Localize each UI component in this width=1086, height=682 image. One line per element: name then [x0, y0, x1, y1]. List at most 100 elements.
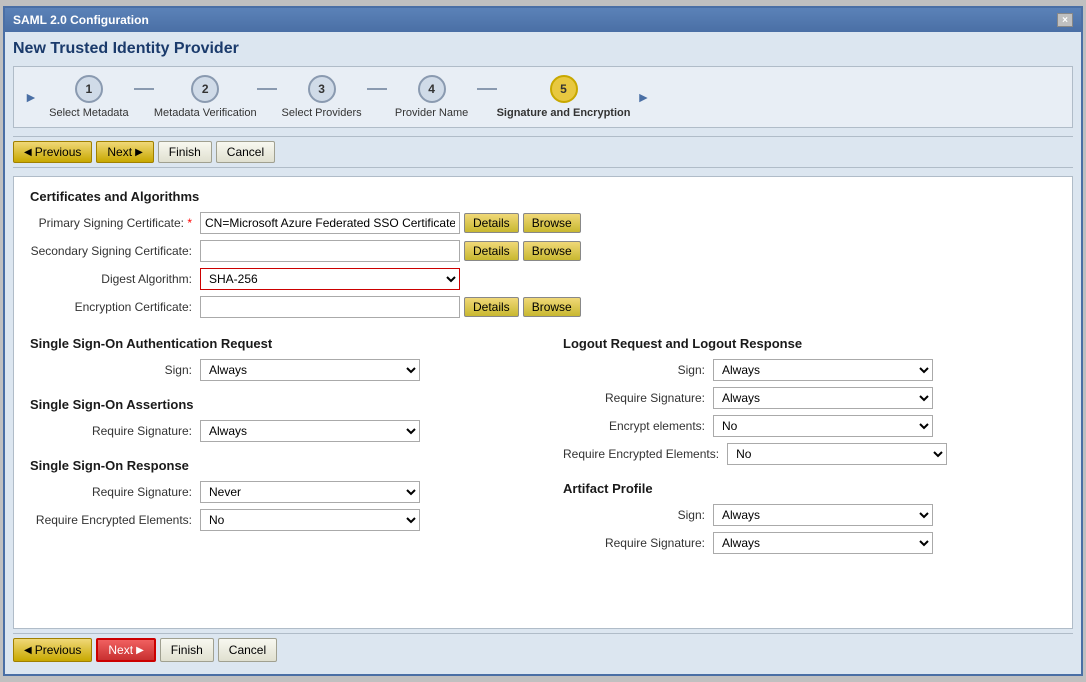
sso-response-enc-group: Require Encrypted Elements: No Yes	[30, 509, 523, 531]
step-5-label: Signature and Encryption	[497, 107, 631, 119]
step-line-2	[257, 88, 277, 90]
step-1-label: Select Metadata	[49, 107, 129, 119]
artifact-req-sig-group: Require Signature: Always Never	[563, 532, 1056, 554]
step-4-label: Provider Name	[395, 107, 468, 119]
digest-algorithm-select[interactable]: SHA-256 SHA-1	[200, 268, 460, 290]
wizard-step-3: 3 Select Providers	[277, 75, 367, 119]
step-4-circle: 4	[418, 75, 446, 103]
right-col: Logout Request and Logout Response Sign:…	[563, 336, 1056, 560]
wizard-step-5: 5 Signature and Encryption	[497, 75, 631, 119]
logout-enc-select[interactable]: No Yes	[713, 415, 933, 437]
primary-signing-label: Primary Signing Certificate: *	[30, 216, 200, 230]
wizard-step-2: 2 Metadata Verification	[154, 75, 257, 119]
artifact-title: Artifact Profile	[563, 481, 1056, 496]
bottom-previous-button[interactable]: ◀ Previous	[13, 638, 92, 662]
bottom-toolbar: ◀ Previous Next ▶ Finish Cancel	[13, 633, 1073, 666]
primary-signing-details-button[interactable]: Details	[464, 213, 519, 233]
sso-auth-sign-group: Sign: Always Never Optional	[30, 359, 523, 381]
bottom-prev-arrow-icon: ◀	[24, 645, 32, 656]
encryption-cert-details-button[interactable]: Details	[464, 297, 519, 317]
secondary-signing-details-button[interactable]: Details	[464, 241, 519, 261]
top-toolbar: ◀ Previous Next ▶ Finish Cancel	[13, 136, 1073, 168]
sso-assertions-sig-select[interactable]: Always Never Optional	[200, 420, 420, 442]
logout-sign-select[interactable]: Always Never	[713, 359, 933, 381]
primary-signing-input[interactable]	[200, 212, 460, 234]
sso-response-enc-select[interactable]: No Yes	[200, 509, 420, 531]
two-col-section: Single Sign-On Authentication Request Si…	[30, 336, 1056, 560]
secondary-signing-browse-button[interactable]: Browse	[523, 241, 581, 261]
top-finish-button[interactable]: Finish	[158, 141, 212, 163]
main-window: SAML 2.0 Configuration × New Trusted Ide…	[3, 6, 1083, 676]
logout-sign-label: Sign:	[563, 363, 713, 377]
encryption-cert-group: Encryption Certificate: Details Browse	[30, 296, 1056, 318]
sso-response-sig-group: Require Signature: Never Always Optional	[30, 481, 523, 503]
sso-assertions-section: Single Sign-On Assertions Require Signat…	[30, 397, 523, 442]
logout-enc-label: Encrypt elements:	[563, 419, 713, 433]
certs-section-title: Certificates and Algorithms	[30, 189, 1056, 204]
main-content: Certificates and Algorithms Primary Sign…	[13, 176, 1073, 629]
primary-signing-browse-button[interactable]: Browse	[523, 213, 581, 233]
logout-req-sig-select[interactable]: Always Never	[713, 387, 933, 409]
bottom-finish-button[interactable]: Finish	[160, 638, 214, 662]
step-1-circle: 1	[75, 75, 103, 103]
wizard-end-arrow: ►	[636, 89, 650, 105]
wizard-step-4: 4 Provider Name	[387, 75, 477, 119]
certs-section: Certificates and Algorithms Primary Sign…	[30, 189, 1056, 324]
logout-req-enc-label: Require Encrypted Elements:	[563, 447, 727, 461]
artifact-req-sig-select[interactable]: Always Never	[713, 532, 933, 554]
top-previous-button[interactable]: ◀ Previous	[13, 141, 92, 163]
wizard-step-1: 1 Select Metadata	[44, 75, 134, 119]
artifact-section: Artifact Profile Sign: Always Never Requ…	[563, 481, 1056, 554]
sso-auth-sign-label: Sign:	[30, 363, 200, 377]
logout-req-sig-group: Require Signature: Always Never	[563, 387, 1056, 409]
sso-assertions-title: Single Sign-On Assertions	[30, 397, 523, 412]
step-line-1	[134, 88, 154, 90]
artifact-sign-select[interactable]: Always Never	[713, 504, 933, 526]
sso-assertions-sig-label: Require Signature:	[30, 424, 200, 438]
prev-arrow-icon: ◀	[24, 147, 32, 158]
sso-response-title: Single Sign-On Response	[30, 458, 523, 473]
logout-sign-group: Sign: Always Never	[563, 359, 1056, 381]
encryption-cert-browse-button[interactable]: Browse	[523, 297, 581, 317]
bottom-next-button[interactable]: Next ▶	[96, 638, 155, 662]
sso-auth-title: Single Sign-On Authentication Request	[30, 336, 523, 351]
title-bar-buttons: ×	[1057, 13, 1073, 27]
step-line-4	[477, 88, 497, 90]
sso-response-sig-label: Require Signature:	[30, 485, 200, 499]
step-3-label: Select Providers	[282, 107, 362, 119]
wizard-start-arrow: ►	[24, 89, 38, 105]
title-bar: SAML 2.0 Configuration ×	[5, 8, 1081, 32]
next-arrow-icon: ▶	[135, 147, 143, 158]
secondary-signing-input[interactable]	[200, 240, 460, 262]
step-2-circle: 2	[191, 75, 219, 103]
top-next-button[interactable]: Next ▶	[96, 141, 153, 163]
step-2-label: Metadata Verification	[154, 107, 257, 119]
encryption-cert-label: Encryption Certificate:	[30, 300, 200, 314]
logout-section: Logout Request and Logout Response Sign:…	[563, 336, 1056, 465]
step-3-circle: 3	[308, 75, 336, 103]
step-container: 1 Select Metadata 2 Metadata Verificatio…	[44, 75, 631, 119]
logout-title: Logout Request and Logout Response	[563, 336, 1056, 351]
logout-req-enc-select[interactable]: No Yes	[727, 443, 947, 465]
step-5-circle: 5	[550, 75, 578, 103]
sso-response-sig-select[interactable]: Never Always Optional	[200, 481, 420, 503]
secondary-signing-label: Secondary Signing Certificate:	[30, 244, 200, 258]
sso-response-section: Single Sign-On Response Require Signatur…	[30, 458, 523, 531]
top-cancel-button[interactable]: Cancel	[216, 141, 275, 163]
artifact-req-sig-label: Require Signature:	[563, 536, 713, 550]
artifact-sign-group: Sign: Always Never	[563, 504, 1056, 526]
close-button[interactable]: ×	[1057, 13, 1073, 27]
bottom-cancel-button[interactable]: Cancel	[218, 638, 277, 662]
encryption-cert-input[interactable]	[200, 296, 460, 318]
sso-auth-sign-select[interactable]: Always Never Optional	[200, 359, 420, 381]
sso-assertions-sig-group: Require Signature: Always Never Optional	[30, 420, 523, 442]
sso-response-enc-label: Require Encrypted Elements:	[30, 513, 200, 527]
page-title: New Trusted Identity Provider	[13, 40, 1073, 58]
digest-algorithm-label: Digest Algorithm:	[30, 272, 200, 286]
sso-auth-section: Single Sign-On Authentication Request Si…	[30, 336, 523, 381]
wizard-steps: ► 1 Select Metadata 2 Metadata Verificat…	[13, 66, 1073, 128]
left-col: Single Sign-On Authentication Request Si…	[30, 336, 523, 560]
required-marker: *	[187, 216, 192, 230]
step-line-3	[367, 88, 387, 90]
primary-signing-group: Primary Signing Certificate: * Details B…	[30, 212, 1056, 234]
